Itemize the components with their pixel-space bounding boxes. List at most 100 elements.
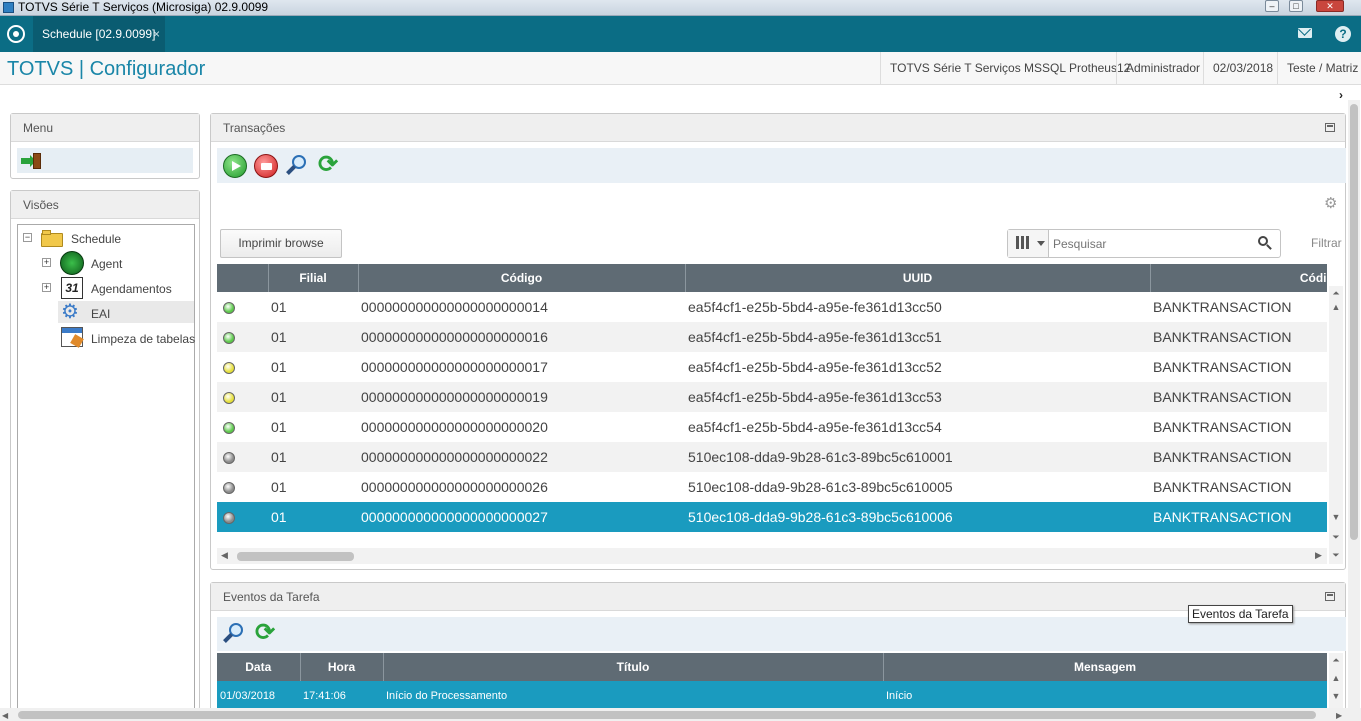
totvs-logo-icon[interactable] xyxy=(7,25,25,43)
print-browse-button[interactable]: Imprimir browse xyxy=(220,229,342,258)
maximize-window-button[interactable]: □ xyxy=(1289,0,1303,12)
search-icon[interactable] xyxy=(285,154,309,178)
column-header-status[interactable] xyxy=(217,264,269,292)
date-info: 02/03/2018 xyxy=(1203,52,1282,85)
column-header-titulo[interactable]: Título xyxy=(383,653,884,681)
scroll-down-icon[interactable]: ▼ xyxy=(1329,512,1343,522)
help-icon[interactable]: ? xyxy=(1335,26,1351,42)
minimize-window-button[interactable]: – xyxy=(1265,0,1279,12)
table-row[interactable]: 01 000000000000000000000016 ea5f4cf1-e25b-… xyxy=(217,322,1327,352)
cell-codigo: 000000000000000000000016 xyxy=(358,322,685,352)
tree-collapse-icon[interactable]: − xyxy=(23,233,32,242)
cell-codigo: 000000000000000000000020 xyxy=(361,419,548,435)
columns-dropdown[interactable] xyxy=(1008,230,1049,257)
transacoes-vertical-scrollbar[interactable]: ⏶ ▲ ▼ ⏷ ⏷ xyxy=(1329,286,1343,564)
tree-expand-icon[interactable]: + xyxy=(42,258,51,267)
page-horizontal-scroll-thumb[interactable] xyxy=(18,711,1316,719)
close-window-button[interactable]: ✕ xyxy=(1316,0,1344,12)
refresh-icon[interactable]: ⟳ xyxy=(253,621,277,646)
scroll-right-icon[interactable]: ▶ xyxy=(1315,550,1322,561)
table-row[interactable]: 01/03/2018 17:41:06 Início do Processame… xyxy=(217,681,1327,708)
cell-codigo: 000000000000000000000026 xyxy=(361,479,548,495)
eventos-grid: Data Hora Título Mensagem 01/03/2018 17:… xyxy=(217,653,1327,708)
tab-close-icon[interactable]: × xyxy=(153,16,160,52)
user-info: Administrador xyxy=(1116,52,1209,85)
scroll-top-icon[interactable]: ⏶ xyxy=(1329,288,1343,298)
expand-panel-icon[interactable]: › xyxy=(1339,88,1343,102)
scroll-right-icon[interactable]: ▶ xyxy=(1336,711,1342,720)
column-header-mensagem[interactable]: Mensagem xyxy=(883,653,1327,681)
scroll-left-icon[interactable]: ◀ xyxy=(221,550,228,561)
tab-schedule[interactable]: Schedule [02.9.0099] × xyxy=(33,16,165,52)
tree-expand-icon[interactable]: + xyxy=(42,283,51,292)
column-header-filial[interactable]: Filial xyxy=(268,264,359,292)
table-row[interactable]: 01 000000000000000000000020 ea5f4cf1-e25b-… xyxy=(217,412,1327,442)
cell-uuid: ea5f4cf1-e25b-5bd4-a95e-fe361d13cc54 xyxy=(688,419,942,435)
cell-uuid: ea5f4cf1-e25b-5bd4-a95e-fe361d13cc53 xyxy=(685,382,1150,412)
table-row[interactable]: 01 000000000000000000000017 ea5f4cf1-e25b-… xyxy=(217,352,1327,382)
tree-item-agent[interactable]: Agent xyxy=(91,257,122,271)
horizontal-scroll-thumb[interactable] xyxy=(237,552,354,561)
cell-uuid: ea5f4cf1-e25b-5bd4-a95e-fe361d13cc52 xyxy=(688,359,942,375)
page-title: TOTVS | Configurador xyxy=(7,58,206,80)
filter-link[interactable]: Filtrar xyxy=(1311,236,1342,250)
column-header-hora[interactable]: Hora xyxy=(300,653,384,681)
scroll-down-icon[interactable]: ▼ xyxy=(1329,691,1343,701)
settings-gear-icon[interactable]: ⚙ xyxy=(1324,194,1337,212)
cell-status xyxy=(217,322,268,352)
cell-codigo: 000000000000000000000022 xyxy=(358,442,685,472)
scroll-up-icon[interactable]: ▲ xyxy=(1329,302,1343,312)
table-header-row: Filial Código UUID Códi xyxy=(217,264,1327,292)
scroll-top-icon[interactable]: ⏶ xyxy=(1329,655,1343,665)
tree-item-eai[interactable]: EAI xyxy=(91,307,110,321)
mail-icon[interactable] xyxy=(1298,28,1312,38)
table-row[interactable]: 01 000000000000000000000019 ea5f4cf1-e25b-… xyxy=(217,382,1327,412)
minimize-panel-icon[interactable] xyxy=(1325,123,1335,132)
scroll-bottom-icon[interactable]: ⏷ xyxy=(1329,550,1343,560)
tree-item-schedule[interactable]: Schedule xyxy=(71,232,121,246)
cell-hora: 17:41:06 xyxy=(300,681,383,708)
eventos-vertical-scrollbar[interactable]: ⏶ ▲ ▼ xyxy=(1329,653,1343,709)
status-yellow-icon xyxy=(223,362,235,375)
search-icon[interactable] xyxy=(1258,236,1272,250)
minimize-panel-icon[interactable] xyxy=(1325,592,1335,601)
menu-panel-title: Menu xyxy=(11,114,199,142)
column-header-uuid[interactable]: UUID xyxy=(685,264,1151,292)
tree-item-limpeza[interactable]: Limpeza de tabelas xyxy=(91,332,195,346)
page-horizontal-scrollbar[interactable]: ◀ ▶ xyxy=(0,708,1361,721)
tree-item-agendamentos[interactable]: Agendamentos xyxy=(91,282,172,296)
cell-filial: 01 xyxy=(268,442,358,472)
search-icon[interactable] xyxy=(222,622,246,646)
search-box xyxy=(1007,229,1281,258)
table-row[interactable]: 01 000000000000000000000026 510ec108-dda9-… xyxy=(217,472,1327,502)
table-clean-icon xyxy=(61,327,84,348)
column-header-data[interactable]: Data xyxy=(217,653,301,681)
play-icon[interactable] xyxy=(223,154,247,178)
window-titlebar: TOTVS Série T Serviços (Microsiga) 02.9.… xyxy=(0,0,1361,16)
cell-codigo2: BANKTRANSACTION xyxy=(1153,359,1292,375)
scroll-up-icon[interactable]: ▲ xyxy=(1329,673,1343,683)
cell-data: 01/03/2018 xyxy=(217,681,300,708)
table-row[interactable]: 01 000000000000000000000027 510ec108-dda9-… xyxy=(217,502,1327,532)
search-input[interactable] xyxy=(1053,233,1253,254)
cell-filial: 01 xyxy=(271,419,287,435)
scroll-page-down-icon[interactable]: ⏷ xyxy=(1329,532,1343,542)
table-row[interactable]: 01 000000000000000000000022 510ec108-dda9-… xyxy=(217,442,1327,472)
stop-icon[interactable] xyxy=(254,154,278,178)
refresh-icon[interactable]: ⟳ xyxy=(316,153,340,178)
status-gray-icon xyxy=(223,452,235,465)
transacoes-panel-title: Transações xyxy=(211,114,1345,142)
cell-filial: 01 xyxy=(268,322,358,352)
transacoes-horizontal-scrollbar[interactable]: ◀ ▶ xyxy=(217,548,1327,564)
page-vertical-scrollbar[interactable] xyxy=(1348,100,1360,708)
column-header-codigo2[interactable]: Códi xyxy=(1150,264,1327,292)
table-row[interactable]: 01 000000000000000000000014 ea5f4cf1-e25b-… xyxy=(217,292,1327,322)
cell-mensagem: Início xyxy=(883,681,1327,708)
cell-codigo2: BANKTRANSACTION xyxy=(1153,299,1292,315)
scroll-left-icon[interactable]: ◀ xyxy=(2,711,8,720)
page-vertical-scroll-thumb[interactable] xyxy=(1350,104,1358,540)
exit-door-icon[interactable] xyxy=(21,153,41,169)
column-header-codigo[interactable]: Código xyxy=(358,264,686,292)
tab-schedule-label: Schedule [02.9.0099] xyxy=(42,27,156,41)
transacoes-toolbar: ⟳ xyxy=(217,148,1346,183)
